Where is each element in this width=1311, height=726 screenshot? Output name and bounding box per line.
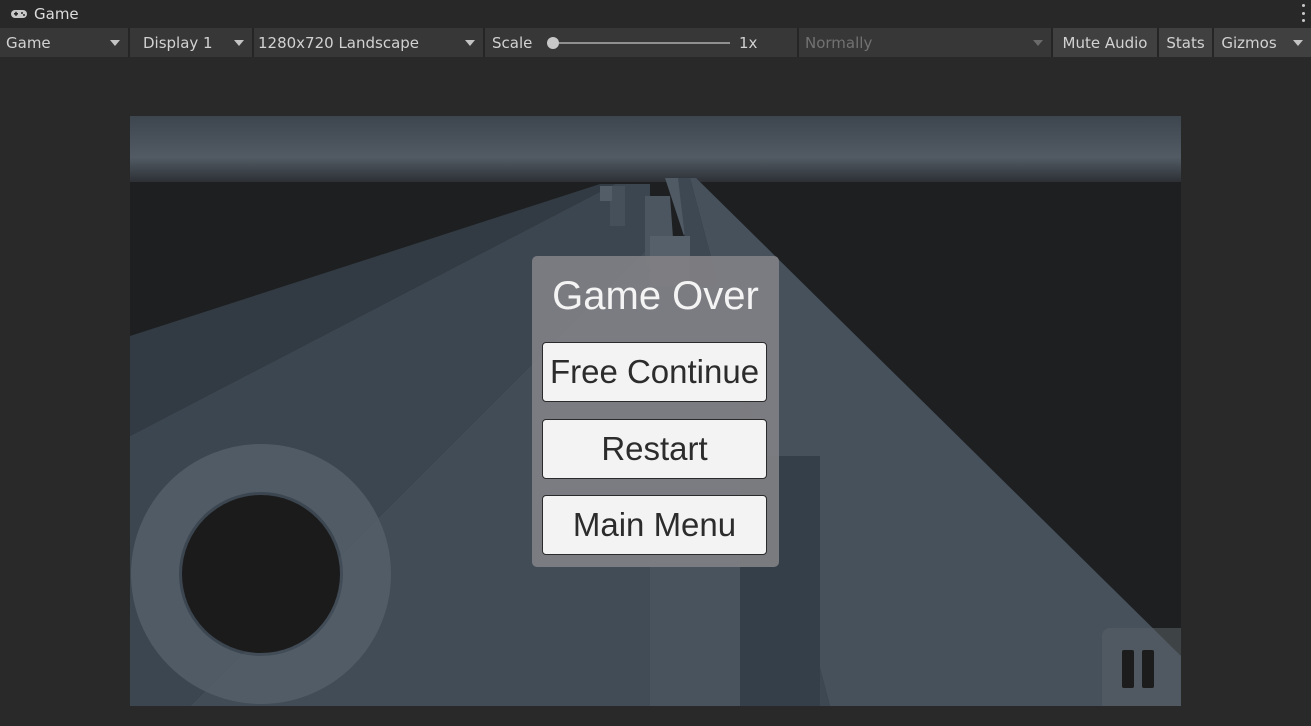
display-label: Display 1 [143, 33, 213, 52]
kebab-menu-icon[interactable] [1299, 4, 1307, 22]
chevron-down-icon [234, 40, 244, 46]
gizmos-dropdown[interactable] [1284, 28, 1311, 57]
game-over-panel: Game Over Free Continue Restart Main Men… [532, 256, 779, 567]
tab-game[interactable]: Game [34, 5, 79, 23]
chevron-down-icon [465, 40, 475, 46]
game-view-toolbar: Game Display 1 1280x720 Landscape Scale … [0, 28, 1311, 57]
gamepad-icon [10, 6, 30, 22]
stats-button[interactable]: Stats [1159, 28, 1212, 57]
restart-button[interactable]: Restart [542, 419, 767, 479]
scale-label: Scale [492, 33, 533, 52]
view-mode-dropdown[interactable]: Game [0, 28, 128, 57]
scale-slider-track[interactable] [552, 42, 730, 44]
virtual-joystick[interactable] [131, 444, 391, 704]
play-mode-dropdown[interactable]: Normally [799, 28, 1051, 57]
scale-slider-handle[interactable] [547, 37, 559, 49]
chevron-down-icon [1293, 40, 1303, 46]
play-mode-label: Normally [805, 33, 873, 52]
panel-title: Game Over [552, 274, 759, 318]
mute-audio-button[interactable]: Mute Audio [1053, 28, 1157, 57]
display-dropdown[interactable]: Display 1 [130, 28, 252, 57]
resolution-label: 1280x720 Landscape [258, 33, 420, 52]
scale-value: 1x [739, 33, 758, 52]
pause-button[interactable] [1102, 628, 1181, 706]
view-mode-label: Game [6, 33, 51, 52]
gizmos-button[interactable]: Gizmos [1214, 28, 1284, 57]
main-menu-button[interactable]: Main Menu [542, 495, 767, 555]
window-titlebar: Game [0, 0, 1311, 28]
game-viewport[interactable]: Game Over Free Continue Restart Main Men… [130, 116, 1181, 706]
resolution-dropdown[interactable]: 1280x720 Landscape [254, 28, 483, 57]
chevron-down-icon [1033, 40, 1043, 46]
free-continue-button[interactable]: Free Continue [542, 342, 767, 402]
chevron-down-icon [110, 40, 120, 46]
